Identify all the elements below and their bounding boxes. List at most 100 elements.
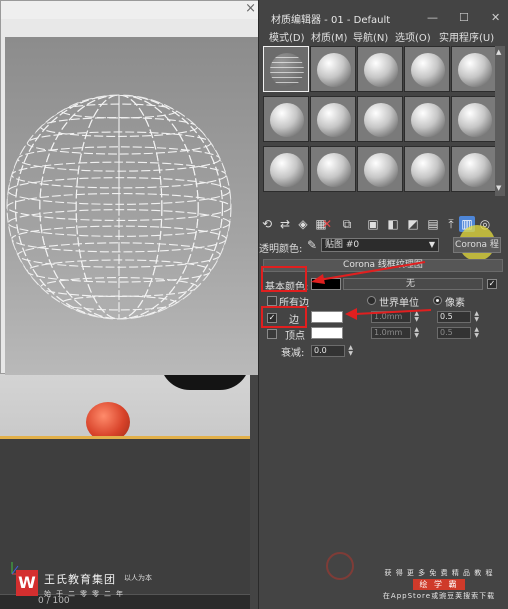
material-slot[interactable] (357, 96, 403, 142)
transparent-color-label: 透明颜色: (259, 244, 303, 255)
menu-mode[interactable]: 模式(D) (269, 29, 305, 44)
menu-bar: 模式(D) 材质(M) 导航(N) 选项(O) 实用程序(U) (259, 27, 508, 44)
material-slot-grid (263, 46, 497, 196)
chevron-down-icon: ▼ (428, 240, 435, 249)
map-type-button[interactable]: Corona 程 (453, 237, 501, 253)
material-editor-panel[interactable]: 材质编辑器 - 01 - Default — ☐ ✕ 模式(D) 材质(M) 导… (258, 0, 508, 609)
render-output-image (5, 37, 262, 375)
vertex-checkbox[interactable] (267, 329, 277, 339)
scroll-up-icon[interactable]: ▲ (496, 48, 501, 56)
highlight-box-base-color (261, 266, 307, 292)
material-slot[interactable] (451, 96, 497, 142)
material-slot[interactable] (451, 46, 497, 92)
material-preview-sphere (458, 103, 492, 137)
red-arrow-icon (345, 308, 432, 320)
render-window-titlebar[interactable]: × (1, 1, 262, 19)
material-preview-sphere (364, 103, 398, 137)
brand-sub: 始于二零零二年 (44, 590, 128, 598)
render-window[interactable]: × (0, 0, 263, 375)
vertex-width-world-value: 1.0mm (374, 328, 403, 337)
material-preview-sphere (411, 103, 445, 137)
material-preview-sphere (411, 153, 445, 187)
transparent-color-row: 透明颜色: ✎ 贴图 #0 ▼ Corona 程 (259, 237, 508, 255)
assign-material-icon[interactable]: ◈ (295, 216, 311, 232)
material-slot[interactable] (310, 146, 356, 192)
material-slot[interactable] (357, 46, 403, 92)
show-map-icon[interactable]: ◩ (405, 216, 421, 232)
falloff-label: 衰减: (281, 348, 305, 359)
material-preview-sphere (270, 153, 304, 187)
spinner-arrows-icon[interactable]: ▲ ▼ (474, 311, 479, 323)
edge-width-px-spinner[interactable]: 0.5 ▲ ▼ (437, 311, 479, 323)
vertex-width-world-spinner[interactable]: 1.0mm ▲ ▼ (371, 327, 419, 339)
material-preview-sphere (458, 153, 492, 187)
maximize-icon[interactable]: ☐ (459, 11, 469, 24)
delete-icon[interactable]: ✕ (319, 216, 335, 232)
pixels-label: 像素 (445, 298, 465, 309)
show-end-result-icon[interactable]: ▤ (425, 216, 441, 232)
close-icon[interactable]: ✕ (491, 11, 500, 24)
brand-logo: W (16, 570, 38, 596)
falloff-spinner[interactable]: 0.0 ▲ ▼ (311, 345, 353, 357)
minimize-icon[interactable]: — (427, 11, 438, 24)
material-slot[interactable] (310, 46, 356, 92)
material-slot[interactable] (357, 146, 403, 192)
put-to-library-icon[interactable]: ▣ (365, 216, 381, 232)
wireframe-sphere-render (6, 94, 232, 320)
material-slot[interactable] (263, 46, 309, 92)
material-preview-sphere (364, 153, 398, 187)
vertex-width-px-value: 0.5 (440, 328, 453, 337)
material-slot[interactable] (404, 96, 450, 142)
put-to-scene-icon[interactable]: ⇄ (277, 216, 293, 232)
get-material-icon[interactable]: ⟲ (259, 216, 275, 232)
material-slot[interactable] (404, 146, 450, 192)
material-editor-title: 材质编辑器 - 01 - Default (271, 15, 391, 26)
material-preview-sphere (270, 53, 304, 87)
edge-width-px-value: 0.5 (440, 312, 453, 321)
material-id-icon[interactable]: ◧ (385, 216, 401, 232)
vertex-label: 顶点 (285, 331, 305, 342)
menu-navigation[interactable]: 导航(N) (353, 29, 388, 44)
world-units-radio[interactable] (367, 296, 376, 305)
material-slot[interactable] (310, 96, 356, 142)
material-slot[interactable] (263, 96, 309, 142)
spinner-arrows-icon[interactable]: ▲ ▼ (414, 327, 419, 339)
material-preview-sphere (411, 53, 445, 87)
material-editor-titlebar[interactable]: 材质编辑器 - 01 - Default — ☐ ✕ (259, 5, 508, 26)
menu-utilities[interactable]: 实用程序(U) (439, 29, 494, 44)
material-preview-sphere (458, 53, 492, 87)
go-to-parent-icon[interactable]: ⤒ (443, 216, 459, 232)
material-slot[interactable] (451, 146, 497, 192)
make-unique-icon[interactable]: ⧉ (339, 216, 355, 232)
map-name-value: 贴图 #0 (325, 240, 360, 250)
material-slot[interactable] (404, 46, 450, 92)
brand-slogan: 以人为本 (124, 574, 152, 582)
highlight-box-edge (261, 306, 307, 328)
cursor-ring (326, 552, 354, 580)
red-arrow-icon (311, 261, 426, 284)
watermark-line1: 获 得 更 多 免 费 精 品 教 程 (384, 569, 494, 577)
menu-options[interactable]: 选项(O) (395, 29, 431, 44)
close-icon[interactable]: × (245, 1, 256, 16)
material-slot[interactable] (263, 146, 309, 192)
falloff-value: 0.0 (314, 346, 327, 355)
slot-scrollbar[interactable]: ▲ ▼ (495, 46, 505, 196)
spinner-arrows-icon[interactable]: ▲ ▼ (348, 345, 353, 357)
pixels-radio[interactable] (433, 296, 442, 305)
eyedropper-icon[interactable]: ✎ (307, 238, 317, 252)
material-preview-sphere (317, 53, 351, 87)
brand-name: 王氏教育集团 (44, 573, 116, 586)
vertex-width-px-spinner[interactable]: 0.5 ▲ ▼ (437, 327, 479, 339)
vertex-color-swatch[interactable] (311, 327, 343, 339)
base-color-map-checkbox[interactable]: ✓ (487, 279, 497, 289)
material-preview-sphere (317, 153, 351, 187)
watermark-promo: 获 得 更 多 免 费 精 品 教 程 绘 学 霸 在AppStore或豌豆荚搜… (376, 568, 502, 601)
watermark-line3: 在AppStore或豌豆荚搜索下载 (382, 592, 496, 600)
all-edges-checkbox[interactable] (267, 296, 277, 306)
map-name-dropdown[interactable]: 贴图 #0 ▼ (321, 238, 439, 252)
brand-watermark: W 王氏教育集团 以人为本 始于二零零二年 (14, 568, 174, 604)
spinner-arrows-icon[interactable]: ▲ ▼ (474, 327, 479, 339)
menu-material[interactable]: 材质(M) (311, 29, 347, 44)
scroll-down-icon[interactable]: ▼ (496, 184, 501, 192)
edge-color-swatch[interactable] (311, 311, 343, 323)
